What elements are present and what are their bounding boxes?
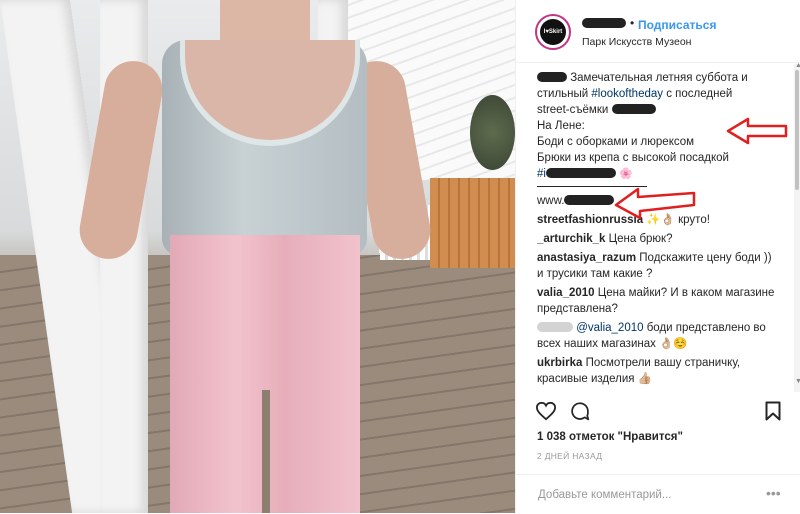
post-photo[interactable] (0, 0, 515, 513)
caption-text-5: Боди с оборками и люрексом (537, 136, 695, 148)
post-header: I♥Skirt • Подписаться Парк Искусств Музе… (516, 0, 800, 63)
photo-pants-gap (262, 390, 270, 513)
bookmark-icon[interactable] (765, 401, 781, 421)
heart-icon[interactable] (535, 401, 557, 421)
more-options-icon[interactable]: ••• (766, 485, 781, 501)
annotation-arrow-icon (614, 187, 696, 220)
post-actions (516, 395, 800, 427)
scroll-thumb[interactable] (795, 70, 799, 190)
avatar-logo: I♥Skirt (540, 19, 566, 45)
likes-count[interactable]: 1 038 отметок "Нравится" (537, 431, 683, 443)
comment-composer: ••• (516, 474, 800, 514)
caption-text-3: street-съёмки (537, 104, 609, 116)
comment-user[interactable]: anastasiya_razum (537, 252, 636, 264)
comment-item: anastasiya_razum Подскажите цену боди ))… (537, 250, 777, 282)
annotation-arrow-icon (726, 117, 788, 145)
instagram-post-view: I♥Skirt • Подписаться Парк Искусств Музе… (0, 0, 800, 513)
photo-counter (430, 178, 515, 268)
scroll-down-icon[interactable]: ▼ (795, 378, 800, 385)
post-side-panel: I♥Skirt • Подписаться Парк Искусств Музе… (515, 0, 800, 513)
comment-user-redacted[interactable] (537, 322, 573, 332)
location-link[interactable]: Парк Искусств Музеон (582, 36, 691, 48)
caption-www: www. (537, 195, 565, 207)
caption-url-redacted[interactable] (564, 195, 615, 205)
caption-text-4: На Лене: (537, 120, 585, 132)
comment-user[interactable]: _arturchik_k (537, 233, 605, 245)
comment-icon[interactable] (569, 401, 591, 422)
comment-user[interactable]: ukrbirka (537, 357, 582, 369)
caption-mention-redacted[interactable] (611, 104, 656, 114)
comment-item: ukrbirka Посмотрели вашу страничку, крас… (537, 355, 777, 387)
comment-input[interactable] (536, 485, 760, 505)
post-timestamp[interactable]: 2 ДНЕЙ НАЗАД (537, 451, 602, 461)
username-redacted[interactable] (582, 18, 626, 28)
caption-text-6: Брюки из крепа с высокой посадкой (537, 152, 729, 164)
hashtag-lookoftheday[interactable]: #lookoftheday (591, 88, 663, 100)
caption-hashtag-redacted[interactable] (545, 168, 616, 178)
photo-plant (470, 95, 515, 170)
avatar[interactable]: I♥Skirt (535, 14, 571, 50)
caption-author-redacted[interactable] (537, 72, 567, 82)
comment-item: _arturchik_k Цена брюк? (537, 231, 777, 247)
comment-item: valia_2010 Цена майки? И в каком магазин… (537, 285, 777, 317)
caption-hashtag-prefix[interactable]: #i (537, 168, 546, 180)
caption-text-2a: стильный (537, 88, 592, 100)
scroll-up-icon[interactable]: ▲ (795, 62, 800, 69)
separator-dot: • (630, 16, 635, 30)
comment-mention[interactable]: @valia_2010 (576, 322, 643, 334)
flower-emoji: 🌸 (619, 168, 633, 180)
comment-item: @valia_2010 боди представлено во всех на… (537, 320, 777, 352)
comment-text: Цена брюк? (605, 233, 673, 245)
caption-text-2b: с последней (663, 88, 733, 100)
comment-user[interactable]: valia_2010 (537, 287, 595, 299)
follow-button[interactable]: Подписаться (638, 18, 716, 32)
caption-text-1: Замечательная летняя суббота и (570, 72, 748, 84)
